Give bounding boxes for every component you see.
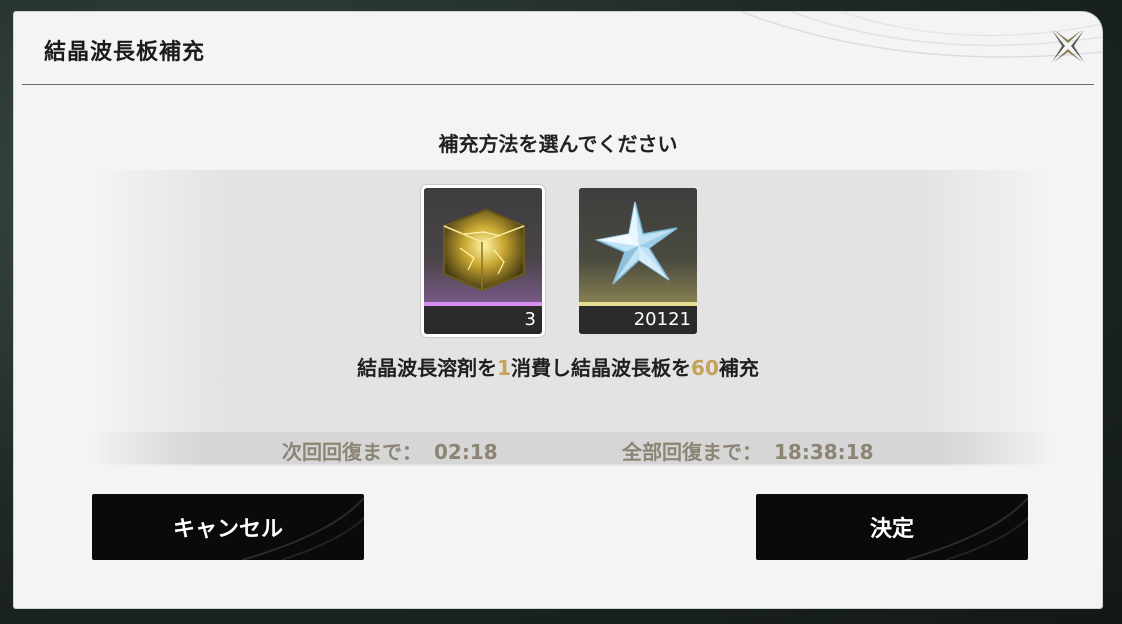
confirm-label: 決定 [869, 517, 914, 542]
item-image [579, 188, 697, 306]
full-recovery-label: 全部回復まで： [622, 440, 762, 464]
timer-bar [92, 432, 1052, 464]
item-count: 20121 [579, 306, 697, 334]
item-count: 3 [424, 306, 542, 334]
next-recovery-value: 02:18 [434, 440, 498, 464]
header-divider [22, 84, 1094, 85]
dialog-header: 結晶波長板補充 [14, 12, 1102, 84]
close-x-icon [1052, 30, 1084, 62]
desc-cost: 1 [497, 356, 512, 380]
close-button[interactable] [1048, 26, 1088, 66]
item-option-solvent[interactable]: 3 [424, 188, 542, 334]
next-recovery-label: 次回回復まで： [282, 440, 422, 464]
desc-part3: 補充 [718, 356, 759, 380]
next-recovery-timer: 次回回復まで： 02:18 [282, 436, 498, 465]
item-image [424, 188, 542, 306]
golden-crystal-cube-icon [443, 208, 525, 292]
cancel-button[interactable]: キャンセル [92, 494, 364, 560]
prompt-text: 補充方法を選んでください [438, 132, 678, 156]
item-option-stardust[interactable]: 20121 [579, 188, 697, 334]
desc-part2: 消費し結晶波長板を [511, 356, 692, 380]
selection-band [92, 170, 1052, 466]
desc-part1: 結晶波長溶剤を [357, 356, 498, 380]
cancel-label: キャンセル [172, 517, 283, 542]
confirm-button[interactable]: 決定 [756, 494, 1028, 560]
full-recovery-value: 18:38:18 [774, 440, 874, 464]
desc-amount: 60 [691, 356, 719, 380]
full-recovery-timer: 全部回復まで： 18:38:18 [622, 436, 874, 465]
replenish-description: 結晶波長溶剤を1消費し結晶波長板を60補充 [14, 352, 1102, 381]
dialog-title: 結晶波長板補充 [44, 40, 206, 65]
crystal-star-icon [594, 201, 678, 285]
replenish-dialog: 結晶波長板補充 補充方法を選んでください 3 20121 結晶波長溶剤を1消費し… [14, 12, 1102, 608]
